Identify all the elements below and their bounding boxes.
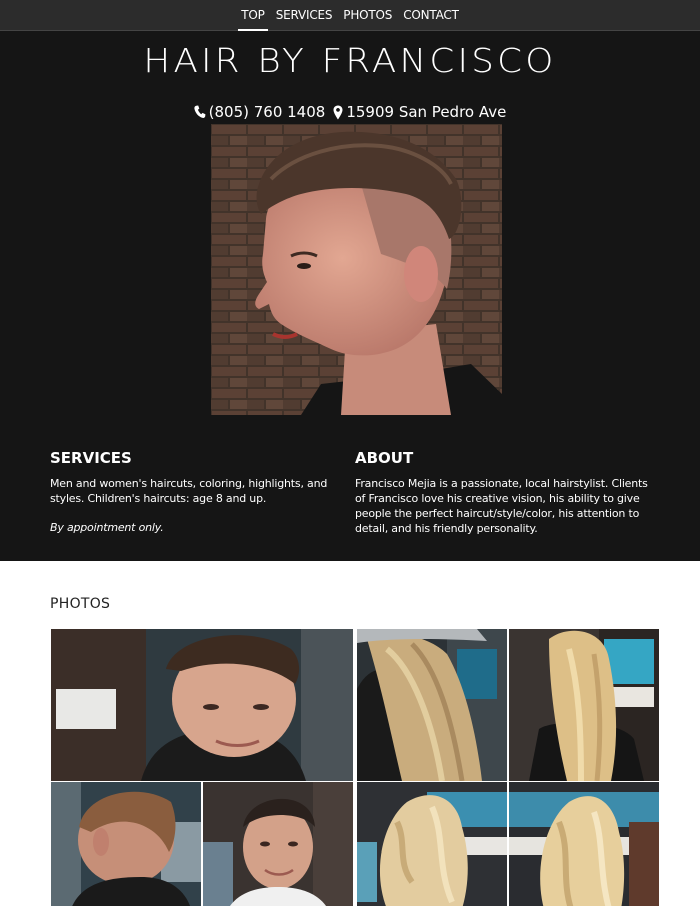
address-item[interactable]: 15909 San Pedro Ave (333, 102, 506, 122)
nav-contact[interactable]: CONTACT (402, 0, 460, 31)
address-text: 15909 San Pedro Ave (346, 103, 507, 121)
photos-section: PHOTOS (0, 561, 700, 906)
phone-number: (805) 760 1408 (208, 103, 326, 121)
top-nav: TOP SERVICES PHOTOS CONTACT (0, 0, 700, 31)
about-column: ABOUT Francisco Mejia is a passionate, l… (355, 448, 660, 536)
nav-services[interactable]: SERVICES (275, 0, 334, 31)
hero-section: HAIR BY FRANCISCO (805) 760 1408 15909 S… (0, 31, 700, 561)
about-heading: ABOUT (355, 449, 414, 467)
services-text: Men and women's haircuts, coloring, high… (50, 477, 328, 505)
site-title: HAIR BY FRANCISCO (143, 41, 557, 80)
nav-photos[interactable]: PHOTOS (342, 0, 393, 31)
gallery-photo-6[interactable] (357, 782, 507, 906)
gallery-photo-5[interactable] (509, 629, 659, 781)
nav-top[interactable]: TOP (238, 0, 269, 31)
services-column: SERVICES Men and women's haircuts, color… (50, 448, 355, 536)
gallery-photo-1[interactable] (51, 629, 353, 781)
hero-portrait-image (211, 124, 502, 415)
appointment-note: By appointment only. (50, 521, 164, 534)
photos-heading: PHOTOS (50, 596, 111, 612)
map-marker-icon (333, 105, 343, 120)
gallery-photo-3[interactable] (203, 782, 353, 906)
gallery-photo-4[interactable] (357, 629, 507, 781)
about-text: Francisco Mejia is a passionate, local h… (355, 477, 648, 535)
photo-gallery (51, 629, 659, 906)
phone-icon (194, 105, 206, 119)
gallery-photo-2[interactable] (51, 782, 201, 906)
services-heading: SERVICES (50, 449, 132, 467)
info-section: SERVICES Men and women's haircuts, color… (50, 448, 660, 536)
gallery-photo-7[interactable] (509, 782, 659, 906)
contact-line: (805) 760 1408 15909 San Pedro Ave (0, 102, 700, 122)
phone-item[interactable]: (805) 760 1408 (194, 102, 326, 122)
